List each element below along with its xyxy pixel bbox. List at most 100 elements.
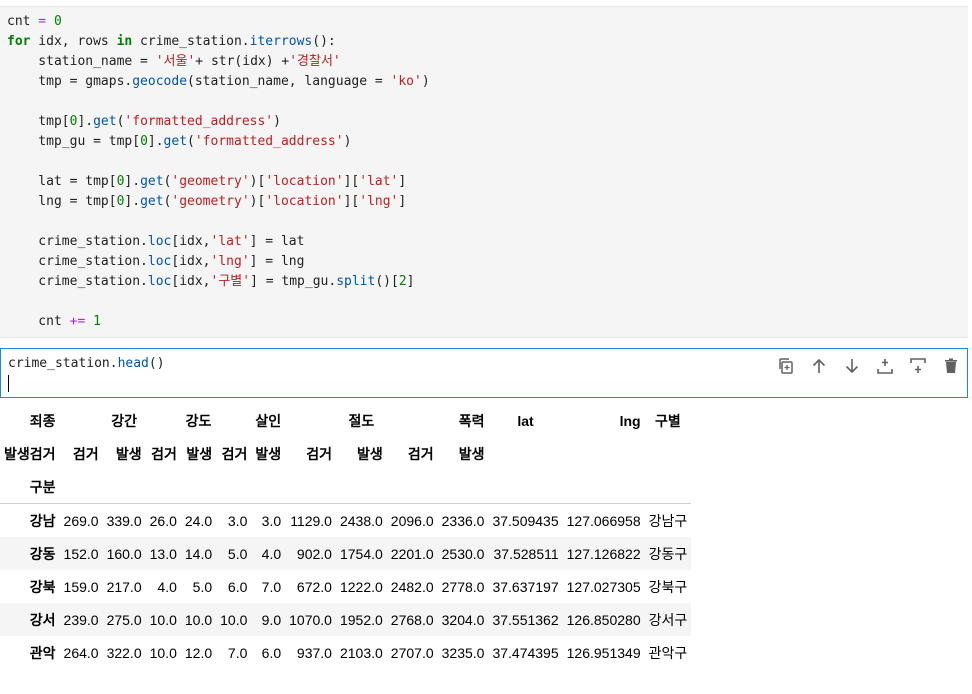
table-cell: 339.0	[106, 512, 142, 529]
table-cell: 275.0	[106, 611, 142, 628]
table-cell: 14.0	[184, 545, 213, 562]
table-cell: 1129.0	[290, 512, 332, 529]
column-header: 살인	[255, 412, 282, 429]
table-cell: 322.0	[106, 644, 142, 661]
code-editor-1[interactable]: cnt = 0 for idx, rows in crime_station.i…	[0, 7, 968, 332]
table-cell: 152.0	[63, 545, 99, 562]
table-cell: 672.0	[296, 578, 332, 595]
row-index: 강북	[29, 578, 56, 595]
code-cell-2[interactable]: crime_station.head()	[0, 348, 968, 398]
table-cell: 1070.0	[289, 611, 332, 628]
table-cell: 13.0	[149, 545, 177, 562]
column-subheader: 발생	[186, 445, 213, 462]
column-header-row-2: 발생검거 검거 발생 검거 발생 검거 발생 검거 발생 검거 발생	[0, 437, 691, 470]
table-cell: 강남구	[648, 512, 688, 529]
table-cell: 264.0	[63, 644, 99, 661]
table-cell: 6.0	[227, 578, 248, 595]
move-up-icon[interactable]	[807, 354, 831, 378]
column-subheader: 발생	[255, 445, 282, 462]
column-level-name: 발생검거	[4, 445, 56, 462]
table-cell: 239.0	[63, 611, 99, 628]
table-row: 강남 269.0 339.0 26.0 24.0 3.0 3.0 1129.0 …	[0, 503, 692, 537]
column-header: 강도	[185, 412, 212, 429]
table-cell: 5.0	[227, 545, 248, 562]
table-cell: 37.528511	[493, 545, 559, 562]
table-cell: 26.0	[149, 512, 177, 529]
table-cell: 4.0	[157, 578, 177, 595]
table-cell: 160.0	[106, 545, 142, 562]
table-cell: 2482.0	[390, 578, 434, 595]
table-cell: 강서구	[648, 611, 688, 628]
table-row: 강서 239.0 275.0 10.0 10.0 10.0 9.0 1070.0…	[0, 603, 692, 636]
table-cell: 37.551362	[492, 611, 559, 628]
table-cell: 126.951349	[566, 644, 641, 661]
column-level-name: 죄종	[29, 412, 56, 429]
table-cell: 3.0	[261, 512, 282, 529]
column-subheader: 검거	[72, 445, 99, 462]
column-subheader: 발생	[458, 445, 485, 462]
table-cell: 10.0	[149, 611, 177, 628]
row-index: 강서	[29, 611, 56, 628]
table-cell: 37.474395	[492, 644, 559, 661]
table-cell: 1754.0	[339, 545, 383, 562]
column-header: 강간	[111, 412, 137, 429]
table-cell: 127.066958	[566, 512, 641, 529]
table-cell: 4.0	[261, 545, 282, 562]
table-cell: 10.0	[220, 611, 248, 628]
table-cell: 2778.0	[441, 578, 485, 595]
table-cell: 5.0	[192, 578, 213, 595]
column-subheader: 발생	[115, 445, 142, 462]
copy-icon[interactable]	[774, 354, 798, 378]
insert-above-icon[interactable]	[873, 354, 897, 378]
table-cell: 269.0	[63, 512, 99, 529]
column-subheader: 검거	[407, 445, 434, 462]
table-cell: 관악구	[648, 644, 688, 661]
table-cell: 126.850280	[566, 611, 641, 628]
column-header-row-1: 죄종 강간 강도 살인 절도 폭력 lat lng 구별	[0, 404, 691, 437]
table-cell: 6.0	[261, 644, 282, 661]
column-subheader: 검거	[221, 445, 248, 462]
column-header: lng	[619, 412, 641, 429]
table-cell: 217.0	[106, 578, 142, 595]
table-row: 강동 152.0 160.0 13.0 14.0 5.0 4.0 902.0 1…	[0, 537, 692, 570]
table-cell: 937.0	[296, 644, 332, 661]
column-subheader: 검거	[151, 445, 177, 462]
table-cell: 127.126822	[566, 545, 641, 562]
column-subheader: 발생	[357, 445, 383, 462]
row-index: 강동	[29, 545, 56, 562]
table-cell: 159.0	[63, 578, 99, 595]
table-cell: 10.0	[184, 611, 213, 628]
table-cell: 37.509435	[492, 512, 559, 529]
table-cell: 2530.0	[441, 545, 485, 562]
table-cell: 2438.0	[339, 512, 383, 529]
insert-below-icon[interactable]	[906, 354, 930, 378]
table-cell: 3204.0	[441, 611, 485, 628]
table-cell: 1222.0	[339, 578, 383, 595]
table-cell: 3.0	[227, 512, 248, 529]
cell-output: 죄종 강간 강도 살인 절도 폭력 lat lng 구별 발생검거 검거 발생 …	[0, 404, 692, 669]
table-cell: 2201.0	[390, 545, 434, 562]
code-cell-1[interactable]: cnt = 0 for idx, rows in crime_station.i…	[0, 6, 968, 338]
table-cell: 902.0	[296, 545, 332, 562]
table-cell: 10.0	[149, 644, 177, 661]
table-cell: 강동구	[648, 545, 688, 562]
table-cell: 강북구	[648, 578, 688, 595]
delete-icon[interactable]	[939, 354, 963, 378]
index-name-row: 구분	[0, 470, 692, 504]
table-cell: 2103.0	[339, 644, 383, 661]
cell-toolbar	[774, 354, 963, 378]
column-subheader: 검거	[306, 445, 332, 462]
table-cell: 2336.0	[441, 512, 485, 529]
text-cursor	[8, 375, 9, 392]
table-cell: 9.0	[261, 611, 282, 628]
table-cell: 3235.0	[441, 644, 485, 661]
move-down-icon[interactable]	[840, 354, 864, 378]
table-cell: 37.637197	[492, 578, 559, 595]
table-cell: 7.0	[227, 644, 248, 661]
table-cell: 2096.0	[390, 512, 434, 529]
table-cell: 24.0	[184, 512, 213, 529]
column-header: 절도	[348, 412, 375, 429]
table-row: 관악 264.0 322.0 10.0 12.0 7.0 6.0 937.0 2…	[0, 636, 692, 669]
column-header: 구별	[655, 412, 681, 429]
table-cell: 1952.0	[339, 611, 383, 628]
